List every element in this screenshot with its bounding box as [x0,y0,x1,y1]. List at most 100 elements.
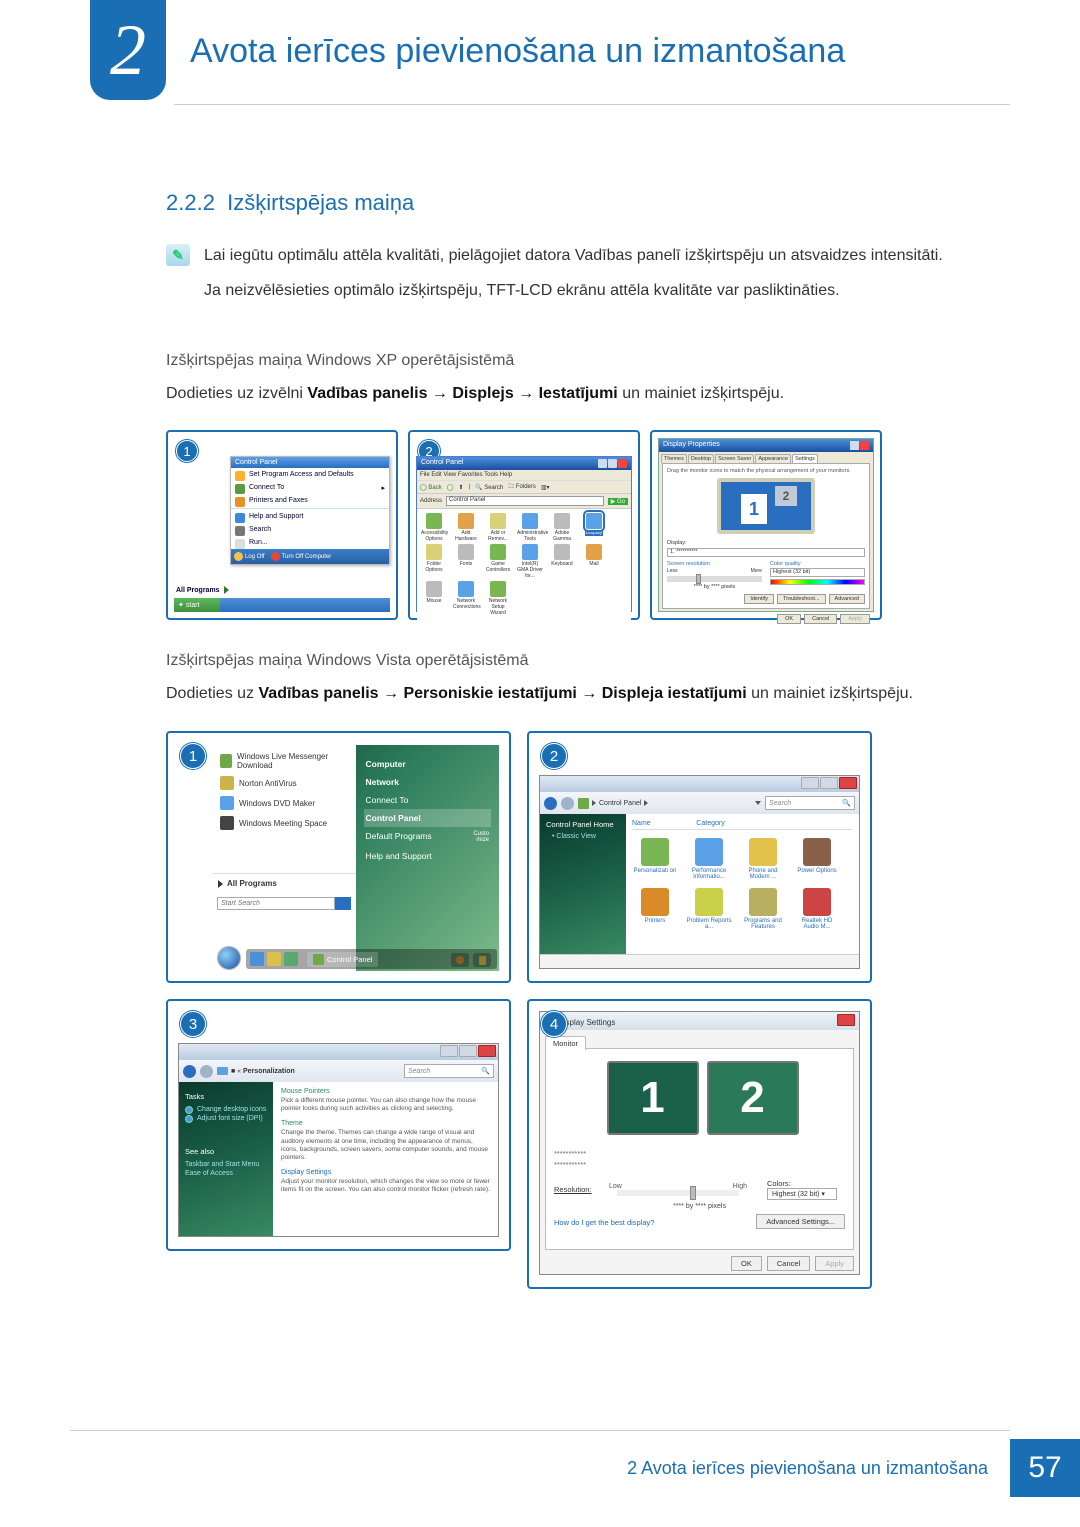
menu-item[interactable]: Network [364,773,492,791]
forward-button[interactable] [200,1065,213,1078]
turnoff-button[interactable]: Turn Off Computer [271,552,332,561]
menu-item[interactable]: Search [231,523,389,536]
advanced-settings-button[interactable]: Advanced Settings... [756,1214,845,1229]
menu-item[interactable]: Help and Support [364,847,492,865]
menu-item[interactable]: Windows Live Messenger Download [218,749,350,773]
start-menu-header[interactable]: Control Panel [231,457,389,468]
cp-icon[interactable]: Performance Informatio... [686,838,732,880]
monitor-preview[interactable]: 1 2 [717,478,815,534]
search-icon[interactable] [335,897,351,910]
quicklaunch-icon[interactable] [267,952,281,966]
address-field[interactable]: Control Panel [446,496,604,506]
cancel-button[interactable]: Cancel [804,614,837,624]
start-search[interactable] [217,897,351,910]
column-header[interactable]: Name [632,820,682,827]
search-input[interactable] [217,897,335,910]
search-field[interactable]: Search🔍 [404,1064,494,1078]
identify-button[interactable]: Identify [744,594,774,604]
help-link[interactable]: How do I get the best display? [554,1218,654,1227]
quicklaunch-icon[interactable] [284,952,298,966]
menu-item[interactable]: Connect To▸ [231,481,389,494]
display-icon[interactable]: Display [581,513,607,542]
menu-item[interactable]: Windows Meeting Space [218,813,350,833]
go-button[interactable]: ▶ Go [608,498,628,505]
sidebar-link[interactable]: Ease of Access [185,1169,267,1178]
breadcrumb[interactable]: Control Panel [578,798,648,809]
minimize-button[interactable] [440,1045,458,1057]
forward-button[interactable] [561,797,574,810]
cp-icon[interactable]: Programs and Features [740,888,786,930]
quicklaunch-icon[interactable] [250,952,264,966]
column-header[interactable]: Category [682,820,739,827]
colors-select[interactable]: Highest (32 bit) ▾ [767,1188,837,1200]
resolution-slider[interactable] [617,1190,739,1196]
monitor-preview[interactable]: 1 2 [595,1059,805,1141]
tab-monitor[interactable]: Monitor [545,1036,586,1050]
cp-icon[interactable]: Power Options [794,838,840,880]
tab-themes[interactable]: Themes [661,454,687,463]
resolution-slider[interactable] [667,576,762,582]
apply-button[interactable]: Apply [815,1256,854,1271]
up-button[interactable]: ⬆ [458,484,463,491]
monitor-2[interactable]: 2 [707,1061,799,1135]
close-button[interactable] [860,441,869,450]
logoff-button[interactable]: Log Off [234,552,265,561]
sidebar-heading[interactable]: Control Panel Home [546,820,620,829]
forward-button[interactable]: ◯ [447,484,454,491]
minimize-button[interactable] [801,777,819,789]
link-display-settings[interactable]: Display Settings [281,1169,490,1176]
taskbar-button[interactable]: Control Panel [307,952,378,967]
menu-item-control-panel[interactable]: Control Panel [364,809,492,827]
back-button[interactable]: ◯ Back [420,484,442,491]
menu-item[interactable]: Connect To [364,791,492,809]
close-button[interactable] [837,1014,855,1026]
menubar[interactable]: File Edit View Favorites Tools Help [417,470,631,480]
breadcrumb[interactable]: ■ « Personalization [217,1067,295,1075]
sidebar-item[interactable]: Classic View [546,832,620,841]
tab-appearance[interactable]: Appearance [755,454,791,463]
troubleshoot-button[interactable]: Troubleshoot... [777,594,825,604]
help-button[interactable] [850,441,859,450]
tab-desktop[interactable]: Desktop [688,454,714,463]
menu-item[interactable]: Computer [364,755,492,773]
views-button[interactable]: ▥▾ [541,484,550,491]
tab-screensaver[interactable]: Screen Saver [715,454,754,463]
cp-icon[interactable]: Problem Reports a... [686,888,732,930]
color-quality-select[interactable]: Highest (32 bit) [770,568,865,577]
maximize-button[interactable] [820,777,838,789]
cp-icon[interactable]: Personalizati on [632,838,678,880]
monitor-1[interactable]: 1 [607,1061,699,1135]
menu-item[interactable]: Printers and Faxes [231,494,389,507]
link-theme[interactable]: Theme [281,1120,490,1127]
maximize-button[interactable] [608,459,617,468]
sidebar-link[interactable]: Change desktop icons [185,1105,267,1114]
display-select[interactable]: 1. ********** [667,548,865,557]
sidebar-link[interactable]: Adjust font size (DPI) [185,1114,267,1123]
cp-icon[interactable]: Realtek HD Audio M... [794,888,840,930]
menu-item[interactable]: Run... [231,536,389,549]
menu-item[interactable]: Help and Support [231,510,389,523]
start-button[interactable]: ✦ start [174,598,220,612]
monitor-1[interactable]: 1 [741,494,767,524]
apply-button[interactable]: Apply [840,614,870,624]
minimize-button[interactable] [598,459,607,468]
advanced-button[interactable]: Advanced [829,594,865,604]
menu-item[interactable]: Windows DVD Maker [218,793,350,813]
maximize-button[interactable] [459,1045,477,1057]
ok-button[interactable]: OK [777,614,801,624]
close-button[interactable] [618,459,627,468]
ok-button[interactable]: OK [731,1256,762,1271]
cancel-button[interactable]: Cancel [767,1256,810,1271]
monitor-2[interactable]: 2 [775,486,797,506]
close-button[interactable] [839,777,857,789]
menu-item[interactable]: Set Program Access and Defaults [231,468,389,481]
search-button[interactable]: 🔍 Search [475,484,503,491]
tab-settings[interactable]: Settings [792,454,818,463]
cp-icon[interactable]: Phone and Modem ... [740,838,786,880]
back-button[interactable] [544,797,557,810]
sidebar-link[interactable]: Taskbar and Start Menu [185,1160,267,1169]
menu-item[interactable]: Norton AntiVirus [218,773,350,793]
search-field[interactable]: Search🔍 [765,796,855,810]
cp-icon[interactable]: Printers [632,888,678,930]
menu-item[interactable]: Default ProgramsCusto mize [364,827,492,847]
